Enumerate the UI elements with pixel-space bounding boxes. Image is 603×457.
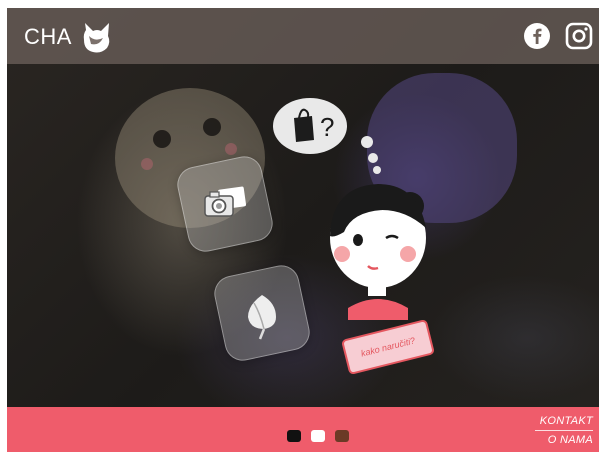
footer-bar: KONTAKT O NAMA: [7, 407, 599, 452]
camera-icon: [204, 186, 247, 217]
shopping-bag-icon: [294, 116, 314, 142]
instagram-icon[interactable]: [565, 22, 593, 50]
o-nama-link[interactable]: O NAMA: [548, 434, 593, 446]
cat-logo-icon[interactable]: [79, 20, 115, 54]
header-bar: CHA: [7, 8, 599, 64]
link-divider: [535, 430, 593, 431]
question-mark: ?: [320, 112, 334, 142]
pagination-dot-2[interactable]: [311, 430, 325, 442]
gallery-tile[interactable]: [173, 152, 277, 256]
facebook-icon[interactable]: [523, 22, 551, 50]
pagination-dot-1[interactable]: [287, 430, 301, 442]
girl-illustration: [330, 184, 426, 320]
logo-text[interactable]: CHA: [24, 24, 72, 50]
background-photo: [7, 8, 599, 452]
thought-bubble: ?: [273, 98, 347, 154]
pagination-dot-3[interactable]: [335, 430, 349, 442]
app-frame: CHA ? kako naručiti? KONTAKT O NAMA: [7, 8, 599, 452]
kontakt-link[interactable]: KONTAKT: [540, 415, 593, 427]
materials-tile[interactable]: [210, 261, 314, 365]
leaf-icon: [248, 295, 276, 340]
